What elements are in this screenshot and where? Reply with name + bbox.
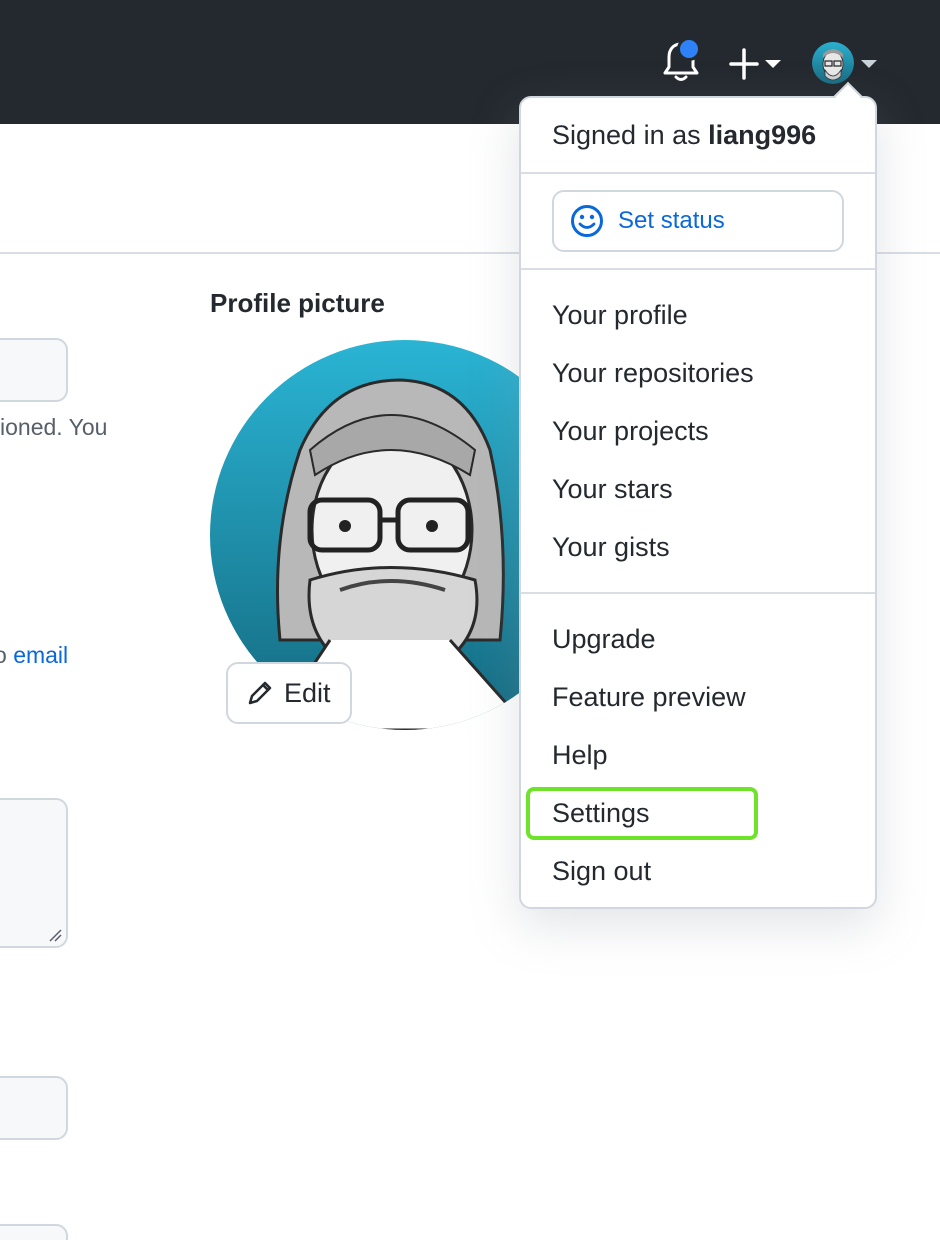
name-input[interactable]	[0, 338, 68, 402]
avatar	[812, 42, 854, 84]
user-menu-button[interactable]	[812, 42, 882, 86]
menu-item-upgrade[interactable]: Upgrade	[552, 624, 656, 655]
smiley-icon	[571, 205, 603, 237]
menu-divider	[521, 172, 875, 174]
caret-down-icon	[861, 60, 877, 68]
menu-item-your-projects[interactable]: Your projects	[552, 416, 709, 447]
field-hint-text: ioned. You	[0, 414, 108, 440]
email-link[interactable]: email	[13, 642, 68, 668]
url-input[interactable]	[0, 1076, 68, 1140]
menu-item-your-stars[interactable]: Your stars	[552, 474, 673, 505]
menu-item-sign-out[interactable]: Sign out	[552, 856, 651, 887]
menu-divider	[521, 268, 875, 270]
settings-highlight-box	[526, 787, 758, 840]
edit-label: Edit	[284, 677, 331, 708]
menu-item-your-gists[interactable]: Your gists	[552, 532, 670, 563]
edit-profile-picture-button[interactable]: Edit	[226, 662, 352, 724]
signed-in-label: Signed in as liang996	[552, 120, 816, 151]
set-status-label: Set status	[618, 207, 725, 234]
company-input[interactable]	[0, 1224, 68, 1240]
notification-unread-dot	[677, 37, 701, 61]
username: liang996	[708, 120, 817, 150]
menu-item-your-profile[interactable]: Your profile	[552, 300, 688, 331]
menu-item-feature-preview[interactable]: Feature preview	[552, 682, 746, 713]
menu-divider	[521, 592, 875, 594]
menu-item-help[interactable]: Help	[552, 740, 608, 771]
profile-picture-title: Profile picture	[210, 288, 385, 318]
email-hint-text: o email	[0, 642, 68, 669]
pencil-icon	[248, 681, 272, 705]
set-status-button[interactable]: Set status	[552, 190, 844, 252]
bio-textarea[interactable]	[0, 798, 68, 948]
menu-item-your-repositories[interactable]: Your repositories	[552, 358, 754, 389]
resize-handle-icon[interactable]	[47, 927, 63, 943]
create-new-button[interactable]	[728, 44, 788, 84]
email-hint-prefix: o	[0, 642, 7, 668]
signed-in-prefix: Signed in as	[552, 120, 709, 150]
